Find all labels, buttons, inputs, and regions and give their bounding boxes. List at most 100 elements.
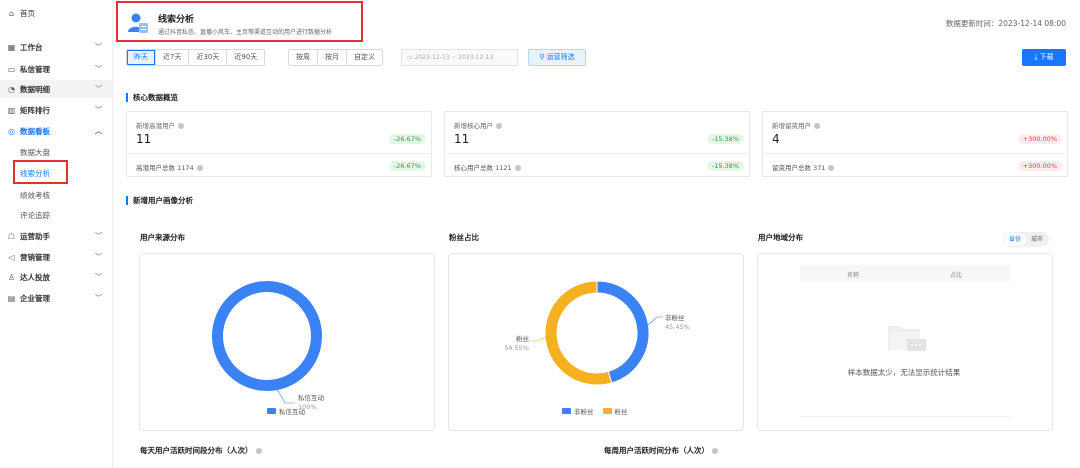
sidebar-item-label: 首页 (20, 8, 35, 18)
bar-icon: ▥ (7, 105, 16, 115)
portrait-section-title: 新增用户画像分析 (126, 196, 193, 205)
divider (127, 153, 431, 154)
range-yesterday[interactable]: 昨天 (127, 50, 156, 65)
period-custom[interactable]: 自定义 (347, 50, 382, 65)
toggle-province[interactable]: 省份 (1004, 233, 1027, 246)
date-range-picker[interactable]: ▭ 2023-12-13 ~ 2023-12-13 (401, 49, 518, 66)
region-chart-title: 用户地域分布 (758, 233, 803, 242)
fan-label: 粉丝 (516, 334, 530, 343)
kpi-card-high-potential: 新增高潜用户 11 -26.67% 高潜用户总数 1174 -26.67% (126, 111, 432, 177)
sidebar-item-label: 达人投放 (20, 272, 50, 282)
source-chart-panel: 私信互动 100% 私信互动 (139, 253, 435, 431)
daily-activity-title: 每天用户活跃时间段分布（人次） (140, 445, 262, 456)
legend-swatch (602, 408, 612, 414)
grid-icon: ▦ (7, 42, 16, 52)
date-range-value: 2023-12-13 ~ 2023-12-13 (414, 54, 494, 61)
empty-folder-icon (886, 320, 928, 356)
sidebar-item-label: 私信管理 (20, 64, 50, 74)
legend-label-non-fan[interactable]: 非粉丝 (574, 406, 594, 416)
fans-chart-panel: 非粉丝 45.45% 粉丝 54.55% 非粉丝 粉丝 (448, 253, 744, 431)
fan-percent: 54.55% (504, 344, 529, 352)
chevron-down-icon: ﹀ (95, 65, 102, 73)
kpi-total-change-badge: -15.38% (706, 161, 744, 171)
range-90d[interactable]: 近90天 (227, 50, 265, 65)
info-icon[interactable] (514, 165, 521, 171)
kpi-total: 核心用户总数 1121 (454, 162, 521, 172)
kpi-card-core: 新增核心用户 11 -15.38% 核心用户总数 1121 -15.38% (444, 111, 750, 177)
sidebar-item-workbench[interactable]: ▦ 工作台 ﹀ (0, 38, 112, 56)
download-button[interactable]: ⤓ 下载 (1022, 49, 1066, 66)
download-icon: ⤓ (1034, 53, 1038, 61)
non-fan-label: 非粉丝 (665, 313, 685, 322)
period-month[interactable]: 按月 (318, 50, 347, 65)
info-icon[interactable] (178, 123, 184, 129)
chevron-down-icon: ﹀ (95, 85, 102, 93)
core-section-title: 核心数据概览 (126, 93, 178, 102)
info-icon[interactable] (496, 123, 502, 129)
sidebar-item-assistant[interactable]: ☖ 运营助手 ﹀ (0, 227, 112, 245)
info-icon[interactable] (814, 123, 820, 129)
chevron-down-icon: ﹀ (95, 43, 102, 51)
sidebar-item-label: 企业管理 (20, 293, 50, 303)
ops-filter-button[interactable]: ⚲ 运营筛选 (528, 49, 586, 66)
sidebar-item-label: 营销管理 (20, 252, 50, 262)
kpi-label: 新增高潜用户 (136, 120, 184, 130)
period-group: 按周 按月 自定义 (288, 49, 383, 66)
source-chart-title: 用户来源分布 (140, 233, 185, 242)
sidebar-item-marketing[interactable]: ◁ 营销管理 ﹀ (0, 248, 112, 266)
sidebar-item-label: 数据明细 (20, 84, 50, 94)
table-bottom-line (800, 416, 1010, 417)
donut-slice-fan (544, 280, 613, 386)
sidebar-item-kol[interactable]: ♙ 达人投放 ﹀ (0, 268, 112, 286)
info-icon[interactable] (712, 448, 718, 454)
sidebar-sub-performance[interactable]: 绩效考核 (20, 190, 50, 201)
sidebar-item-home[interactable]: ⌂ 首页 (0, 4, 112, 22)
dashboard-icon: ◎ (8, 126, 15, 136)
page-title: 线索分析 (158, 15, 195, 25)
message-icon: ▭ (7, 64, 16, 74)
sidebar-item-ranking[interactable]: ▥ 矩阵排行 ﹀ (0, 101, 112, 119)
sidebar-item-data-detail[interactable]: ◔ 数据明细 ﹀ (0, 80, 112, 98)
chevron-up-icon: ︿ (95, 127, 102, 135)
sidebar-item-label: 数据看板 (20, 126, 50, 136)
source-legend[interactable]: 私信互动 (267, 406, 305, 416)
range-30d[interactable]: 近30天 (189, 50, 228, 65)
info-icon[interactable] (255, 448, 262, 454)
kpi-change-badge: -15.38% (706, 134, 744, 144)
slice-leader-line (276, 388, 295, 404)
kpi-label: 新增留资用户 (772, 120, 820, 130)
fans-chart-title: 粉丝占比 (449, 233, 479, 242)
sidebar-sub-comments[interactable]: 评论追踪 (20, 210, 50, 221)
kpi-total-change-badge: +300.00% (1017, 161, 1062, 171)
kpi-value: 4 (772, 132, 780, 146)
kpi-value: 11 (454, 132, 470, 146)
period-week[interactable]: 按周 (289, 50, 318, 65)
filter-icon: ⚲ (539, 53, 545, 61)
lead-user-icon (127, 12, 149, 34)
kpi-change-badge: -26.67% (388, 134, 426, 144)
page-subtitle: 通过抖音私信、直播小风车、主页等渠道互动的用户进行数据分析 (158, 29, 333, 36)
fans-legend: 非粉丝 粉丝 (562, 406, 628, 416)
sidebar-item-messages[interactable]: ▭ 私信管理 ﹀ (0, 60, 112, 78)
sidebar-item-dashboard[interactable]: ◎ 数据看板 ︿ (0, 122, 112, 140)
kpi-change-badge: +300.00% (1017, 134, 1062, 144)
weekly-activity-title: 每周用户活跃时间分布（人次） (604, 445, 718, 456)
legend-label: 私信互动 (279, 408, 305, 416)
info-icon[interactable] (828, 165, 835, 171)
range-7d[interactable]: 近7天 (156, 50, 190, 65)
chevron-down-icon: ﹀ (95, 106, 102, 114)
region-toggle: 省份 城市 (1003, 232, 1050, 247)
building-icon: ▤ (7, 293, 16, 303)
info-icon[interactable] (196, 165, 203, 171)
legend-label-fan[interactable]: 粉丝 (615, 406, 628, 416)
sidebar-item-label: 矩阵排行 (20, 105, 50, 115)
toggle-city[interactable]: 城市 (1026, 233, 1048, 246)
sidebar-item-enterprise[interactable]: ▤ 企业管理 ﹀ (0, 289, 112, 307)
chevron-down-icon: ﹀ (95, 294, 102, 302)
col-ratio: 占比 (950, 272, 963, 279)
kpi-total: 高潜用户总数 1174 (136, 162, 203, 172)
helper-icon: ☖ (7, 231, 16, 241)
download-label: 下载 (1039, 53, 1054, 61)
divider (763, 153, 1067, 154)
sidebar-sub-overview[interactable]: 数据大盘 (20, 147, 50, 158)
